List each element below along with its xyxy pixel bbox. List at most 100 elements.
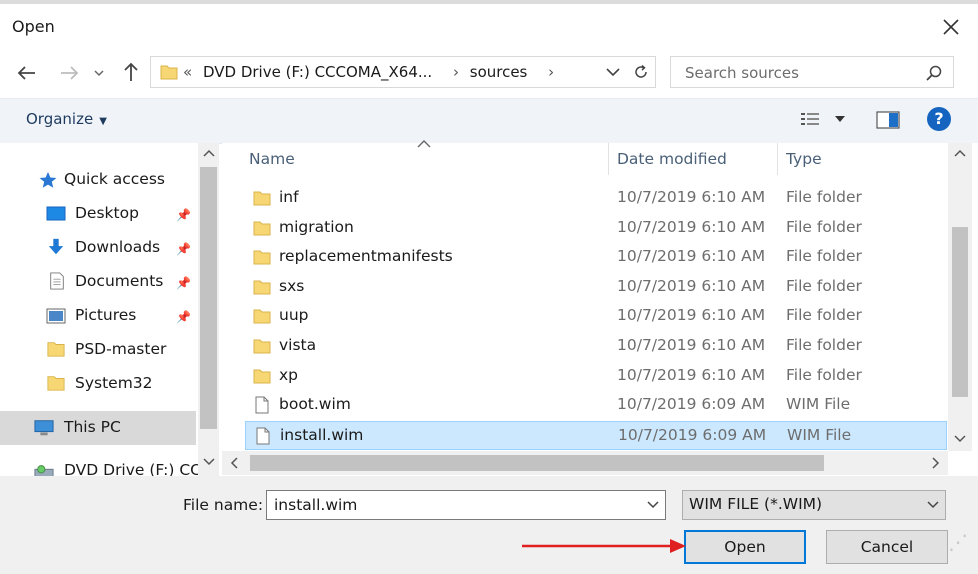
back-arrow-icon[interactable] — [16, 62, 38, 84]
sidebar-item-label: System32 — [75, 374, 153, 392]
preview-pane-icon[interactable] — [876, 109, 900, 131]
caret-down-icon: ▼ — [99, 116, 107, 127]
sidebar-item-label: Downloads — [75, 238, 161, 256]
file-name-combobox[interactable] — [266, 490, 666, 520]
date-modified-cell: 10/7/2019 6:10 AM — [617, 188, 766, 206]
address-dropdown-icon[interactable] — [600, 56, 626, 88]
up-arrow-icon[interactable] — [120, 61, 142, 83]
search-input[interactable] — [683, 63, 917, 83]
computer-icon — [34, 420, 54, 436]
table-row[interactable]: replacementmanifests 10/7/2019 6:10 AM Fil… — [245, 243, 947, 272]
pin-icon: 📌 — [176, 310, 191, 324]
file-list-horizontal-scrollbar[interactable] — [222, 451, 948, 475]
caret-down-icon — [835, 116, 845, 122]
scroll-left-arrow-icon[interactable] — [230, 457, 238, 469]
help-icon[interactable]: ? — [927, 107, 951, 131]
details-view-icon — [801, 113, 819, 125]
file-name-label: File name: — [183, 496, 264, 514]
open-button[interactable]: Open — [684, 530, 806, 564]
navigation-pane-scrollbar[interactable] — [198, 143, 219, 476]
open-dialog: Open « DVD Drive (F:) CCCOMA_X64... › so… — [0, 0, 978, 574]
date-modified-cell: 10/7/2019 6:09 AM — [617, 395, 766, 413]
address-segment-drive[interactable]: DVD Drive (F:) CCCOMA_X64... — [203, 63, 432, 81]
table-row[interactable]: boot.wim 10/7/2019 6:09 AM WIM File — [245, 391, 947, 420]
sidebar-item-label: Quick access — [64, 170, 165, 188]
command-bar: Organize ▼ — [0, 98, 978, 144]
address-bar[interactable]: « DVD Drive (F:) CCCOMA_X64... › sources… — [150, 56, 656, 88]
chevron-right-icon[interactable]: › — [453, 63, 459, 81]
close-icon[interactable] — [940, 16, 962, 38]
sidebar-item-system32[interactable]: System32 — [0, 369, 196, 399]
sidebar-item-desktop[interactable]: Desktop 📌 — [0, 199, 196, 229]
search-box[interactable] — [670, 56, 954, 88]
scrollbar-thumb[interactable] — [200, 167, 217, 429]
scroll-down-arrow-icon[interactable] — [203, 458, 215, 466]
address-overflow-marker[interactable]: « — [183, 63, 192, 81]
table-row[interactable]: sxs 10/7/2019 6:10 AM File folder — [245, 273, 947, 302]
sidebar-item-downloads[interactable]: Downloads 📌 — [0, 233, 196, 263]
sidebar-item-psd-master[interactable]: PSD-master — [0, 335, 196, 365]
table-row[interactable]: xp 10/7/2019 6:10 AM File folder — [245, 362, 947, 391]
sort-ascending-icon — [417, 140, 431, 148]
forward-arrow-icon[interactable] — [58, 62, 80, 84]
folder-icon — [47, 376, 65, 391]
column-divider[interactable] — [608, 143, 609, 175]
sidebar-item-documents[interactable]: Documents 📌 — [0, 267, 196, 297]
address-segment-sources[interactable]: sources — [470, 63, 528, 81]
file-name-input[interactable] — [272, 495, 626, 515]
resize-grip-icon[interactable]: ⋰ — [948, 530, 968, 554]
scrollbar-thumb[interactable] — [952, 227, 968, 397]
scroll-up-arrow-icon[interactable] — [203, 149, 215, 157]
scrollbar-thumb[interactable] — [250, 455, 824, 471]
file-name-cell: migration — [279, 218, 354, 236]
refresh-button[interactable] — [626, 56, 656, 88]
column-header-type[interactable]: Type — [786, 150, 822, 168]
organize-label: Organize — [26, 110, 94, 128]
scroll-up-arrow-icon[interactable] — [954, 149, 966, 157]
change-view-button[interactable] — [800, 111, 846, 127]
sidebar-item-label: Pictures — [75, 306, 137, 324]
scroll-right-arrow-icon[interactable] — [932, 457, 940, 469]
folder-icon — [253, 191, 271, 206]
type-cell: File folder — [786, 336, 862, 354]
table-row[interactable]: migration 10/7/2019 6:10 AM File folder — [245, 214, 947, 243]
date-modified-cell: 10/7/2019 6:10 AM — [617, 336, 766, 354]
date-modified-cell: 10/7/2019 6:10 AM — [617, 218, 766, 236]
folder-icon — [253, 221, 271, 236]
column-header-row: Name Date modified Type — [222, 143, 948, 175]
type-cell: WIM File — [787, 426, 852, 444]
chevron-right-icon[interactable]: › — [548, 63, 554, 81]
sidebar-item-dvd-drive[interactable]: DVD Drive (F:) CCC — [0, 457, 212, 476]
file-name-cell: inf — [279, 188, 299, 206]
table-row[interactable]: vista 10/7/2019 6:10 AM File folder — [245, 332, 947, 361]
file-type-select[interactable]: WIM FILE (*.WIM) — [682, 490, 946, 520]
organize-button[interactable]: Organize ▼ — [26, 110, 107, 128]
sidebar-item-quick-access[interactable]: Quick access — [0, 165, 196, 195]
annotation-arrow-icon — [522, 539, 686, 553]
sidebar-item-label: PSD-master — [75, 340, 167, 358]
pictures-icon — [46, 308, 66, 324]
file-name-cell: replacementmanifests — [279, 247, 453, 265]
download-arrow-icon — [48, 238, 64, 255]
desktop-icon — [46, 206, 66, 221]
scroll-down-arrow-icon[interactable] — [954, 435, 966, 443]
column-header-name[interactable]: Name — [249, 150, 295, 168]
sidebar-item-label: Desktop — [75, 204, 139, 222]
chevron-down-icon[interactable] — [647, 499, 659, 511]
table-row[interactable]: uup 10/7/2019 6:10 AM File folder — [245, 302, 947, 331]
column-divider[interactable] — [777, 143, 778, 175]
type-cell: File folder — [786, 366, 862, 384]
recent-locations-chevron-icon[interactable] — [92, 62, 106, 84]
type-cell: File folder — [786, 218, 862, 236]
cancel-button[interactable]: Cancel — [826, 530, 948, 564]
sidebar-item-pictures[interactable]: Pictures 📌 — [0, 301, 196, 331]
folder-icon — [253, 369, 271, 384]
sidebar-item-this-pc[interactable]: This PC — [0, 411, 196, 445]
pin-icon: 📌 — [176, 208, 191, 222]
table-row[interactable]: install.wim 10/7/2019 6:09 AM WIM File — [245, 421, 947, 450]
column-header-date-modified[interactable]: Date modified — [617, 150, 727, 168]
search-icon[interactable] — [925, 64, 943, 82]
date-modified-cell: 10/7/2019 6:10 AM — [617, 306, 766, 324]
table-row[interactable]: inf 10/7/2019 6:10 AM File folder — [245, 184, 947, 213]
file-list-vertical-scrollbar[interactable] — [948, 143, 972, 451]
